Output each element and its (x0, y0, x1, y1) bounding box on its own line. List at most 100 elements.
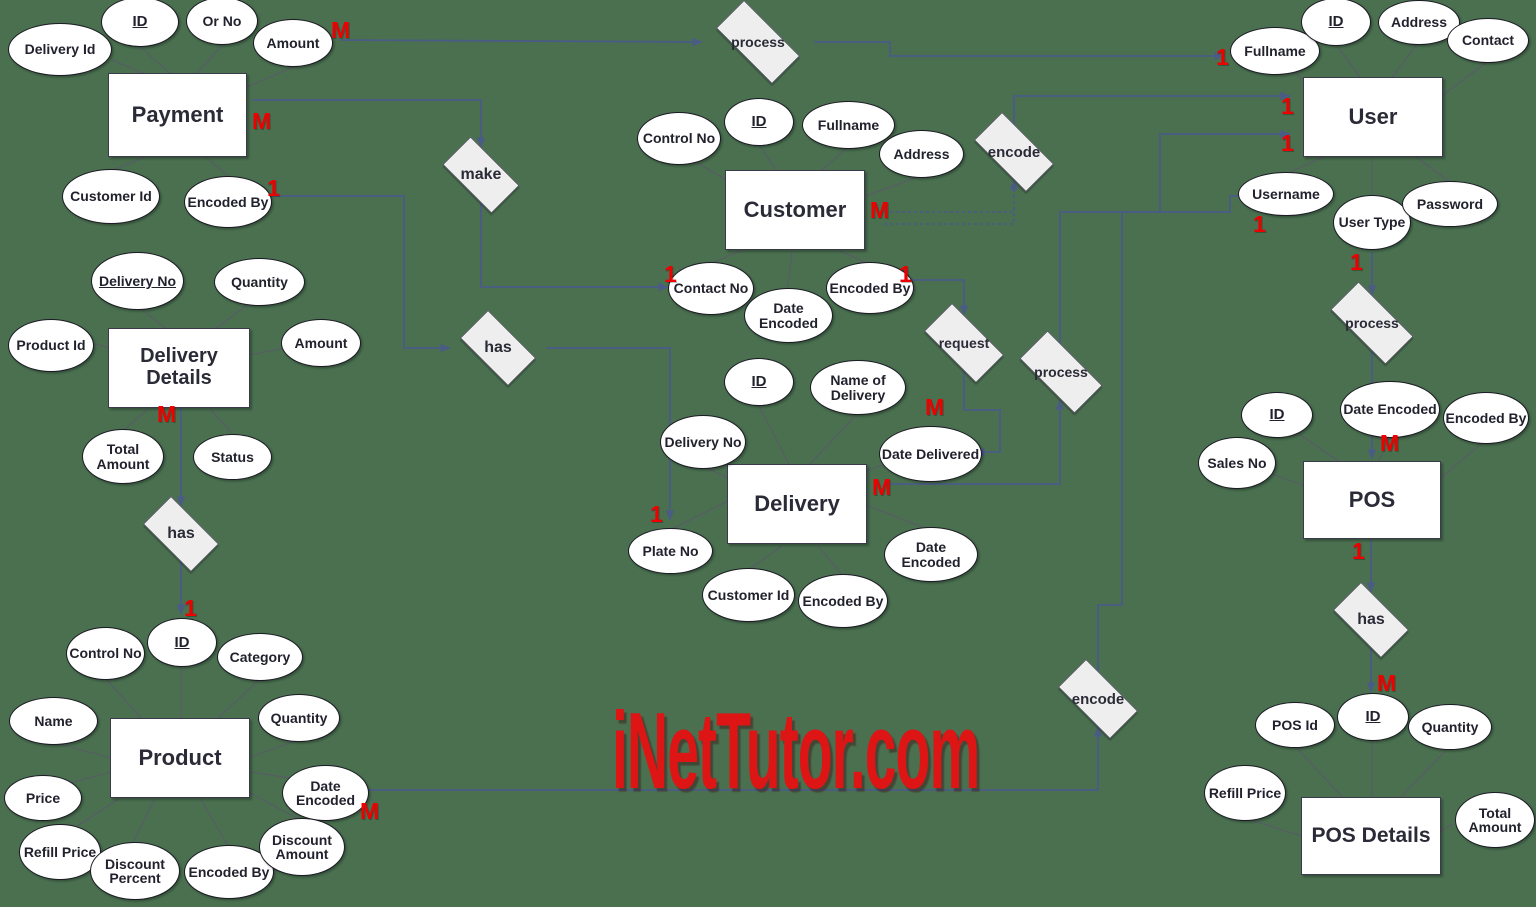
relationship-has-payment-delivery[interactable]: has (450, 310, 546, 386)
er-diagram-canvas: Payment Delivery Details Product Custome… (0, 0, 1536, 907)
attribute-delivery-details-amount[interactable]: Amount (281, 319, 361, 367)
attribute-pos-encoded-by[interactable]: Encoded By (1443, 392, 1529, 444)
attribute-label: Quantity (231, 273, 288, 290)
attribute-delivery-details-product-id[interactable]: Product Id (8, 319, 94, 372)
attribute-label: Date Encoded (1343, 401, 1437, 418)
relationship-label: process (1034, 364, 1088, 380)
attribute-user-id[interactable]: ID (1301, 0, 1371, 46)
attribute-customer-contact-no[interactable]: Contact No (668, 262, 754, 315)
attribute-product-control-no[interactable]: Control No (66, 627, 145, 680)
attribute-product-date-encoded[interactable]: Date Encoded (282, 765, 369, 821)
attribute-customer-id[interactable]: ID (724, 98, 794, 146)
entity-delivery-details[interactable]: Delivery Details (108, 328, 250, 408)
attribute-customer-control-no[interactable]: Control No (637, 112, 721, 165)
attribute-label: Name (34, 712, 73, 729)
entity-payment[interactable]: Payment (108, 73, 247, 157)
attribute-payment-amount[interactable]: Amount (253, 19, 333, 67)
cardinality-marker: M (1377, 670, 1397, 696)
relationship-process-payment-user[interactable]: process (702, 0, 814, 84)
relationship-encode-product-user[interactable]: encode (1046, 659, 1150, 739)
attribute-pos-details-id[interactable]: ID (1337, 693, 1409, 741)
relationship-label: has (484, 339, 512, 356)
attribute-user-contact[interactable]: Contact (1447, 18, 1529, 63)
attribute-pos-details-quantity[interactable]: Quantity (1408, 704, 1492, 750)
entity-delivery-details-label: Delivery Details (140, 345, 218, 389)
attribute-product-category[interactable]: Category (217, 633, 303, 681)
attribute-user-user-type[interactable]: User Type (1333, 195, 1411, 250)
attribute-payment-or-no[interactable]: Or No (186, 0, 258, 45)
entity-pos[interactable]: POS (1303, 461, 1441, 539)
attribute-delivery-date-delivered[interactable]: Date Delivered (879, 426, 982, 482)
cardinality-marker: M (925, 394, 945, 420)
attribute-pos-details-total-amount[interactable]: Total Amount (1455, 792, 1535, 848)
cardinality-marker: M (157, 401, 177, 427)
attribute-product-name[interactable]: Name (9, 697, 98, 745)
attribute-label: Date Encoded (295, 777, 356, 808)
relationship-encode-customer-user[interactable]: encode (962, 112, 1066, 192)
attribute-delivery-details-quantity[interactable]: Quantity (214, 258, 305, 306)
entity-user[interactable]: User (1303, 77, 1443, 157)
attribute-label: Refill Price (1208, 784, 1282, 801)
cardinality-marker: M (870, 197, 890, 223)
attribute-label: Customer Id (707, 586, 790, 603)
entity-customer[interactable]: Customer (725, 170, 865, 250)
attribute-delivery-customer-id[interactable]: Customer Id (702, 568, 795, 622)
cardinality-marker: 1 (664, 261, 677, 287)
cardinality-marker: 1 (1253, 211, 1266, 237)
attribute-label: Contact No (673, 280, 749, 297)
relationship-has-pos-pos-details[interactable]: has (1323, 582, 1419, 658)
attribute-label: Delivery Id (24, 41, 96, 58)
attribute-delivery-plate-no[interactable]: Plate No (628, 528, 713, 574)
attribute-delivery-encoded-by[interactable]: Encoded By (798, 574, 888, 628)
attribute-pos-id[interactable]: ID (1241, 392, 1313, 438)
attribute-customer-fullname[interactable]: Fullname (802, 101, 895, 149)
attribute-payment-id[interactable]: ID (101, 0, 179, 47)
relationship-make[interactable]: make (432, 136, 530, 214)
attribute-product-id[interactable]: ID (147, 618, 217, 667)
attribute-payment-customer-id[interactable]: Customer Id (62, 169, 160, 224)
attribute-pos-details-refill-price[interactable]: Refill Price (1204, 765, 1286, 821)
attribute-label: Password (1416, 195, 1484, 212)
attribute-delivery-delivery-no[interactable]: Delivery No (660, 415, 746, 469)
attribute-label: Encoded By (802, 592, 884, 609)
relationship-process-user-pos[interactable]: process (1317, 281, 1427, 365)
attribute-payment-delivery-id[interactable]: Delivery Id (8, 23, 112, 76)
attribute-pos-details-pos-id[interactable]: POS Id (1255, 702, 1335, 748)
attribute-product-refill-price[interactable]: Refill Price (19, 824, 101, 880)
attribute-user-username[interactable]: Username (1238, 172, 1334, 216)
relationship-process-delivery-user[interactable]: process (1006, 330, 1116, 414)
attribute-product-discount-percent[interactable]: Discount Percent (90, 842, 180, 900)
cardinality-marker: 1 (267, 175, 280, 201)
entity-product[interactable]: Product (110, 718, 250, 798)
relationship-label: make (460, 166, 502, 183)
attribute-customer-address[interactable]: Address (879, 130, 964, 178)
relationship-has-delivery-details-product[interactable]: has (133, 496, 229, 572)
attribute-label: Plate No (642, 542, 699, 559)
attribute-pos-sales-no[interactable]: Sales No (1198, 437, 1276, 489)
attribute-label: Amount (266, 34, 320, 51)
attribute-delivery-details-delivery-no[interactable]: Delivery No (91, 252, 184, 310)
cardinality-marker: 1 (184, 595, 197, 621)
attribute-label: Control No (69, 645, 142, 662)
attribute-user-password[interactable]: Password (1402, 181, 1498, 227)
attribute-payment-encoded-by[interactable]: Encoded By (184, 176, 272, 228)
relationship-request[interactable]: request (912, 303, 1016, 383)
attribute-label: Total Amount (1468, 804, 1522, 835)
attribute-delivery-name-of-delivery[interactable]: Name of Delivery (810, 360, 906, 415)
attribute-product-discount-amount[interactable]: Discount Amount (259, 818, 345, 876)
attribute-delivery-details-total-amount[interactable]: Total Amount (82, 429, 164, 484)
attribute-label: Discount Percent (105, 855, 165, 886)
entity-pos-details[interactable]: POS Details (1301, 797, 1441, 875)
attribute-product-price[interactable]: Price (4, 775, 82, 821)
attribute-delivery-id[interactable]: ID (724, 358, 794, 406)
attribute-label: Contact (1461, 32, 1515, 49)
attribute-delivery-date-encoded[interactable]: Date Encoded (884, 527, 978, 582)
attribute-label: Date Delivered (881, 445, 980, 462)
attribute-label: Address (893, 145, 950, 162)
attribute-label: Customer Id (70, 188, 152, 205)
attribute-label: Date Encoded (758, 300, 819, 331)
entity-delivery[interactable]: Delivery (727, 464, 867, 544)
attribute-product-quantity[interactable]: Quantity (258, 694, 340, 742)
attribute-customer-date-encoded[interactable]: Date Encoded (744, 288, 833, 343)
attribute-delivery-details-status[interactable]: Status (193, 434, 272, 480)
